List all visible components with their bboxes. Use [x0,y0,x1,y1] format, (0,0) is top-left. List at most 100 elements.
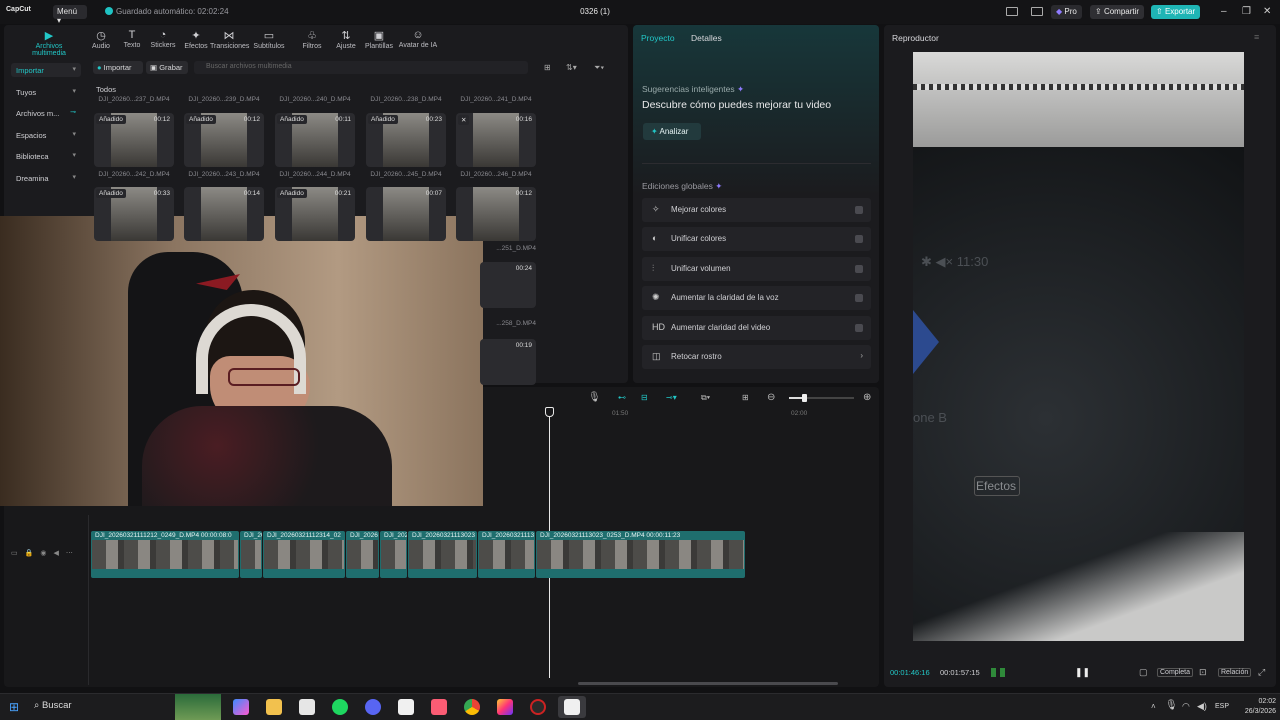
capcut-icon[interactable] [398,699,414,715]
timeline-scrollbar[interactable] [578,682,838,685]
snap-icon[interactable]: ⊟ [641,393,648,402]
media-thumbnail[interactable]: Añadido 00:12 [184,113,264,167]
media-thumbnail[interactable]: 00:19 [480,339,536,385]
sidebar-item-biblioteca[interactable]: Biblioteca ▾ [11,149,81,163]
shortcuts-icon[interactable] [1031,7,1043,16]
toolbar-avatar-de-ia[interactable]: ☺ Avatar de IA [396,29,440,49]
media-thumbnail[interactable]: Añadido 00:21 [275,187,355,241]
cover-icon[interactable]: ▭ [11,550,25,557]
preview-axis-icon[interactable]: ⊸▾ [666,393,677,402]
microphone-icon[interactable]: 🎙 [588,392,601,403]
remove-icon[interactable]: ✕ [458,115,470,125]
lock-icon[interactable]: 🔒 [25,550,41,557]
sidebar-item-espacios[interactable]: Espacios ▾ [11,128,81,142]
playhead-handle[interactable] [545,407,554,417]
global-edit-aumentar-claridad-del-video[interactable]: HD Aumentar claridad del video [642,315,871,340]
timeline-clip[interactable]: DJI_20 [240,531,262,578]
fullscreen-icon[interactable]: ⤢ [1258,667,1265,678]
timeline-clip[interactable]: DJI_202 [380,531,407,578]
layout-icon[interactable] [1006,7,1018,16]
toggle-switch[interactable] [855,206,863,214]
minimize-icon[interactable]: – [1221,6,1227,17]
media-thumbnail[interactable]: 00:07 [366,187,446,241]
toggle-switch[interactable] [855,235,863,244]
view-grid-icon[interactable]: ⊞ [544,63,551,72]
volume-icon[interactable]: ◀ [53,550,65,557]
full-button[interactable]: Completa [1157,668,1193,677]
sidebar-item-dreamina[interactable]: Dreamina ▾ [11,171,81,185]
import-button[interactable]: ● Importar [93,61,143,74]
timeline-clip[interactable]: DJI_20260321113023_0253_D.MP4 00:00:11:2… [536,531,745,578]
split-icon[interactable]: ⧉▾ [701,393,710,403]
media-thumbnail[interactable]: ✕ 00:16 [456,113,536,167]
language-indicator[interactable]: ESP [1215,703,1229,710]
timeline-clip[interactable]: DJI_20260321113 [478,531,535,578]
crop-icon[interactable]: ⊡ [1199,667,1207,678]
global-edit-unificar-colores[interactable]: ◐ Unificar colores [642,227,871,252]
filter-icon[interactable]: ⏷▾ [594,63,604,73]
sort-icon[interactable]: ⇅▾ [566,63,577,72]
zoom-slider[interactable] [789,394,854,402]
timeline-clip[interactable]: DJI_20260321113023 [408,531,477,578]
timeline-clip[interactable]: DJI_20260321111212_0249_D.MP4 00:00:08:0 [91,531,239,578]
timeline-clip[interactable]: DJI_2026 [346,531,379,578]
more-icon[interactable]: ⋯ [66,550,80,557]
media-search-input[interactable]: Buscar archivos multimedia [194,61,528,74]
timeline-clip[interactable]: DJI_20260321112314_02 [263,531,345,578]
sidebar-item-tuyos[interactable]: Tuyos ▾ [11,85,81,99]
export-button[interactable]: ⇧ Exportar [1151,5,1201,19]
volume-tray-icon[interactable]: ◀) [1197,701,1207,712]
toolbar-plantillas[interactable]: ▣ Plantillas [360,29,398,50]
media-thumbnail[interactable]: Añadido 00:23 [366,113,446,167]
toolbar-filtros[interactable]: ♧ Filtros [293,29,331,50]
global-edit-retocar-rostro[interactable]: ◫ Retocar rostro › [642,345,871,369]
tray-chevron-icon[interactable]: ˄ [1151,702,1156,711]
edit-icon[interactable]: ▢ [1139,667,1148,678]
media-thumbnail[interactable]: Añadido 00:11 [275,113,355,167]
toolbar-archivos-multimedia[interactable]: ▶ Archivos multimedia [18,29,80,57]
media-thumbnail[interactable]: 00:14 [184,187,264,241]
pro-button[interactable]: ◆ Pro [1051,5,1082,19]
toolbar-subt-tulos[interactable]: ▭ Subtítulos [250,29,288,50]
file-explorer-icon[interactable] [266,699,282,715]
global-edit-mejorar-colores[interactable]: ✧ Mejorar colores [642,198,871,222]
toggle-switch[interactable] [855,323,863,332]
global-edit-unificar-volumen[interactable]: ⫶ Unificar volumen [642,256,871,281]
copilot-icon[interactable] [233,699,249,715]
analyze-button[interactable]: ✦ Analizar [643,123,701,140]
pause-button[interactable]: ❚❚ [1075,667,1090,678]
menu-button[interactable]: Menú ▾ [53,5,87,25]
sidebar-item-archivos-m[interactable]: Archivos m... ⊸ [11,106,81,120]
discord-icon[interactable] [365,699,381,715]
close-icon[interactable]: ✕ [1263,6,1271,17]
store-icon[interactable] [299,699,315,715]
spotify-icon[interactable] [332,699,348,715]
media-thumbnail[interactable]: 00:12 [456,187,536,241]
zoom-in-icon[interactable]: ⊕ [863,392,871,403]
media-thumbnail[interactable]: Añadido 00:12 [94,113,174,167]
wifi-icon[interactable]: ◠ [1182,701,1190,712]
maximize-icon[interactable]: ❐ [1242,6,1251,17]
share-button[interactable]: ⇪ Compartir [1090,5,1145,19]
hamburger-icon[interactable]: ≡ [1254,32,1259,42]
chrome-icon[interactable] [464,699,480,715]
toolbar-transiciones[interactable]: ⋈ Transiciones [210,29,249,50]
record-button[interactable]: ▣ Grabar [146,61,188,74]
toggle-switch[interactable] [855,264,863,273]
media-thumbnail[interactable]: Añadido 00:33 [94,187,174,241]
tab-project[interactable]: Proyecto [641,33,675,43]
davinci-icon[interactable] [530,699,546,715]
zoom-slider-handle[interactable] [802,394,807,402]
clock[interactable]: 02:02 26/3/2026 [1236,697,1276,717]
ratio-button[interactable]: Relación [1218,668,1252,677]
global-edit-aumentar-la-claridad-de-la-voz[interactable]: ✺ Aumentar la claridad de la voz [642,286,871,311]
zoom-out-icon[interactable]: ⊖ [767,392,775,403]
mic-tray-icon[interactable]: 🎙 [1165,700,1178,711]
link-clips-icon[interactable]: ⊷ [618,393,626,402]
music-icon[interactable] [431,699,447,715]
sidebar-item-importar[interactable]: Importar ▾ [11,63,81,77]
caption-icon[interactable]: ⊞ [742,393,749,402]
photos-icon[interactable] [497,699,513,715]
eye-icon[interactable]: ◉ [40,550,53,557]
media-thumbnail[interactable]: 00:24 [480,262,536,308]
